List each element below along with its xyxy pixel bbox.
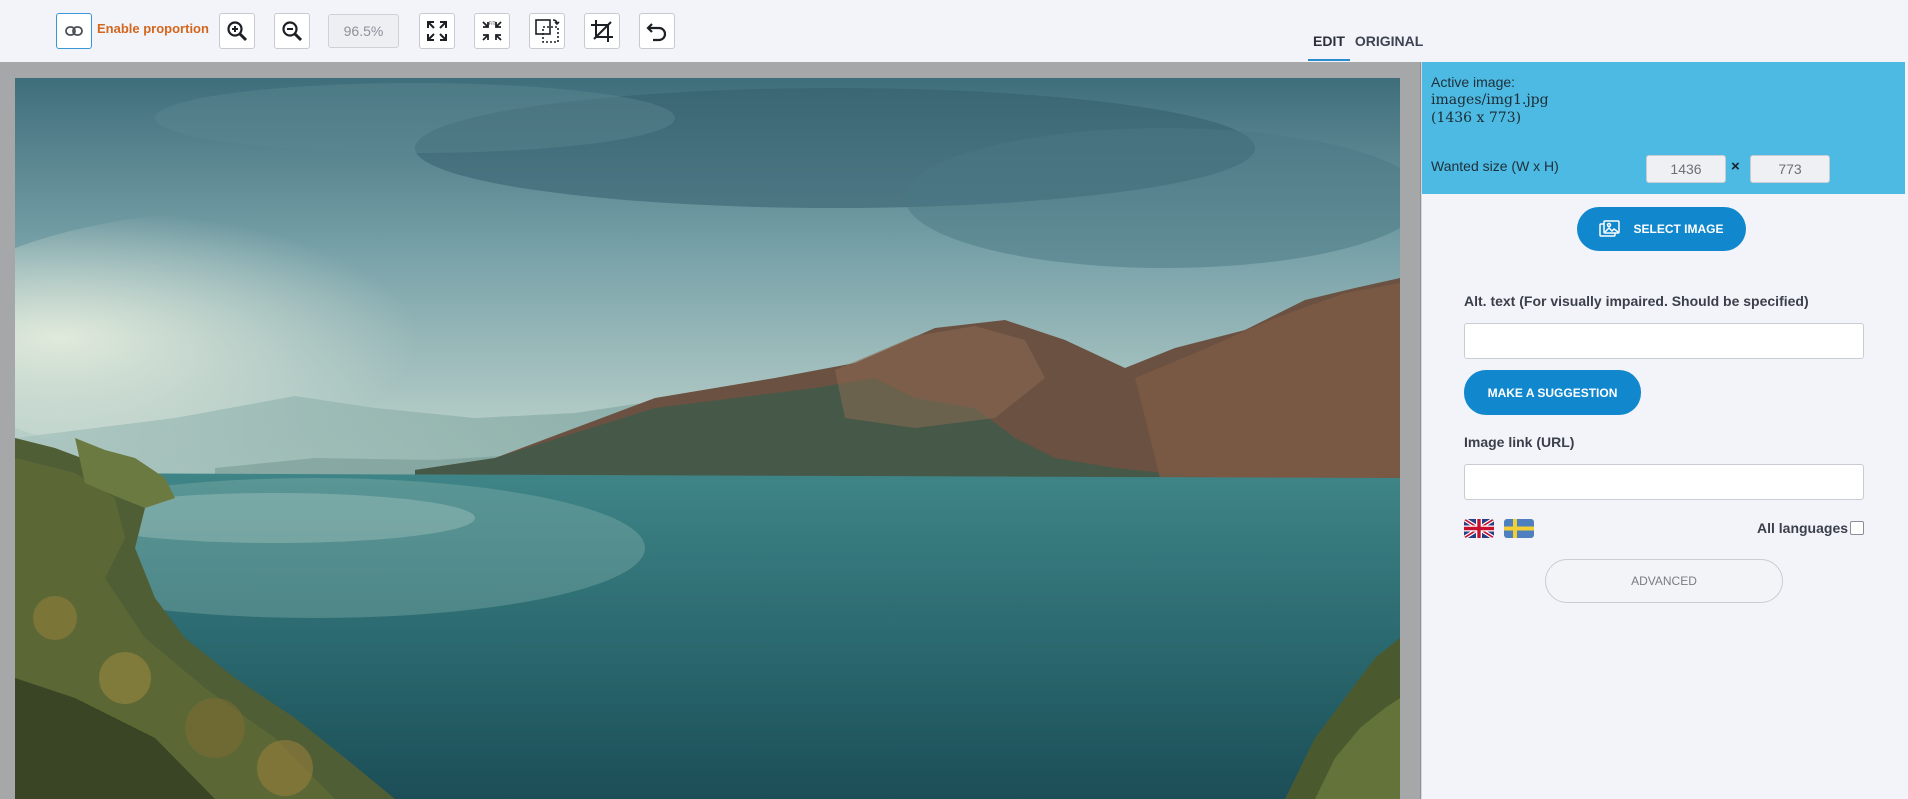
tab-edit[interactable]: EDIT: [1308, 33, 1350, 61]
active-image-dimensions: (1436 x 773): [1431, 110, 1522, 126]
wanted-size-label: Wanted size (W x H): [1431, 158, 1559, 174]
image-gallery-icon: [1599, 220, 1621, 237]
toolbar: Enable proportion 96.5% FIT EDIT ORIGINA…: [0, 0, 1908, 62]
zoom-in-button[interactable]: [219, 13, 255, 49]
crop-icon: [591, 20, 613, 42]
zoom-out-icon: [282, 21, 303, 42]
zoom-in-icon: [227, 21, 248, 42]
active-image-info: Active image: images/img1.jpg (1436 x 77…: [1422, 62, 1905, 194]
wanted-height-input[interactable]: 773: [1750, 155, 1830, 183]
resize-button[interactable]: [529, 13, 565, 49]
undo-button[interactable]: [639, 13, 675, 49]
alt-text-input[interactable]: [1464, 323, 1864, 359]
link-icon: [65, 26, 83, 36]
image-link-input[interactable]: [1464, 464, 1864, 500]
fullscreen-button[interactable]: [419, 13, 455, 49]
enable-proportion-label[interactable]: Enable proportion: [97, 21, 209, 36]
make-suggestion-button[interactable]: MAKE A SUGGESTION: [1464, 370, 1641, 415]
enable-proportion-toggle[interactable]: [56, 13, 92, 49]
landscape-image: [15, 78, 1400, 799]
view-tabs: EDIT ORIGINAL: [1308, 33, 1428, 61]
tab-original[interactable]: ORIGINAL: [1350, 33, 1428, 61]
all-languages-checkbox[interactable]: [1850, 521, 1864, 535]
active-image-path: images/img1.jpg: [1431, 92, 1549, 108]
image-settings-panel: Active image: images/img1.jpg (1436 x 77…: [1421, 62, 1908, 799]
fit-button[interactable]: FIT: [474, 13, 510, 49]
alt-text-label: Alt. text (For visually impaired. Should…: [1464, 293, 1809, 309]
select-image-button[interactable]: SELECT IMAGE: [1577, 207, 1746, 251]
all-languages-label: All languages: [1757, 520, 1849, 536]
active-image-label: Active image:: [1431, 74, 1516, 90]
sweden-flag-icon[interactable]: [1504, 519, 1534, 538]
zoom-out-button[interactable]: [274, 13, 310, 49]
fullscreen-icon: [427, 21, 447, 41]
image-canvas[interactable]: [0, 62, 1421, 799]
wanted-width-input[interactable]: 1436: [1646, 155, 1726, 183]
fit-icon: FIT: [482, 21, 502, 41]
landscape-photo[interactable]: [15, 78, 1400, 799]
zoom-level-field[interactable]: 96.5%: [328, 14, 399, 48]
resize-icon: [535, 19, 560, 43]
crop-button[interactable]: [584, 13, 620, 49]
uk-flag-icon[interactable]: [1464, 519, 1494, 538]
times-symbol: ×: [1731, 158, 1740, 175]
undo-icon: [646, 23, 667, 42]
fit-caption: FIT: [489, 21, 496, 27]
select-image-label: SELECT IMAGE: [1633, 222, 1724, 236]
advanced-button[interactable]: ADVANCED: [1545, 559, 1783, 603]
image-link-label: Image link (URL): [1464, 434, 1575, 450]
